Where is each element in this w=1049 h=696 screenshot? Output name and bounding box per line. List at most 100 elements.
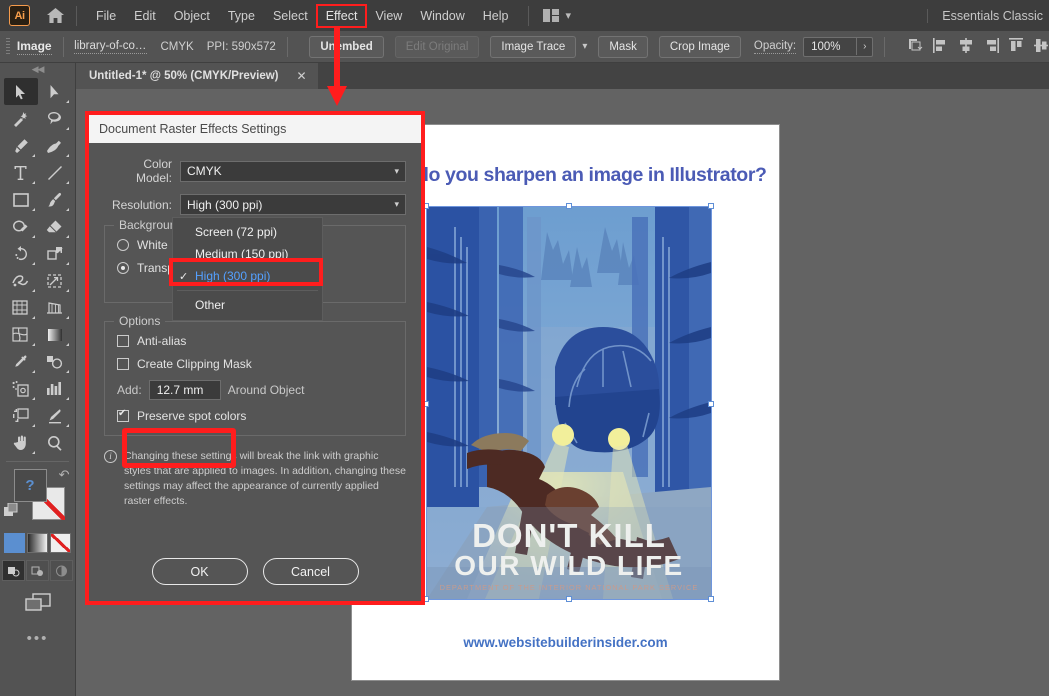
checkbox-icon[interactable]: [117, 410, 129, 422]
menu-file[interactable]: File: [87, 5, 125, 27]
selection-tool[interactable]: [4, 78, 38, 105]
column-graph-tool[interactable]: [38, 375, 72, 402]
options-group: Options Anti-alias Create Clipping Mask …: [104, 321, 406, 436]
radio-icon[interactable]: [117, 239, 129, 251]
tools-panel-grip[interactable]: ◀◀: [0, 63, 75, 76]
draw-normal-button[interactable]: [2, 560, 25, 581]
align-right-icon[interactable]: [983, 38, 999, 56]
workspace-name[interactable]: Essentials Classic: [927, 9, 1043, 23]
eraser-tool[interactable]: [38, 213, 72, 240]
checkbox-icon[interactable]: [117, 358, 129, 370]
align-top-icon[interactable]: [1008, 38, 1024, 56]
opacity-expand-icon[interactable]: ›: [856, 38, 872, 55]
checkbox-icon[interactable]: [117, 335, 129, 347]
zoom-tool[interactable]: [38, 429, 72, 456]
selection-handle[interactable]: [566, 203, 572, 209]
resolution-row: Resolution: High (300 ppi) ▾: [104, 194, 406, 215]
blend-tool[interactable]: [38, 348, 72, 375]
color-model-label: Color Model:: [104, 157, 180, 185]
align-center-vertical-icon[interactable]: [1033, 38, 1049, 56]
color-model-select[interactable]: CMYK ▾: [180, 161, 406, 182]
rectangle-tool[interactable]: [4, 186, 38, 213]
menu-object[interactable]: Object: [165, 5, 219, 27]
fill-swatch-label: ?: [25, 477, 34, 494]
clipping-mask-option[interactable]: Create Clipping Mask: [117, 357, 393, 371]
eyedropper-tool[interactable]: [4, 348, 38, 375]
symbol-sprayer-tool[interactable]: [4, 375, 38, 402]
selection-handle[interactable]: [708, 401, 714, 407]
image-trace-button[interactable]: Image Trace: [490, 36, 576, 58]
ppi-label: PPI: 590x572: [207, 41, 276, 53]
menu-effect[interactable]: Effect: [317, 5, 367, 27]
pen-tool[interactable]: [4, 132, 38, 159]
slice-tool[interactable]: [38, 402, 72, 429]
shaper-tool[interactable]: [4, 213, 38, 240]
radio-icon[interactable]: [117, 262, 129, 274]
type-tool[interactable]: [4, 159, 38, 186]
draw-behind-button[interactable]: [26, 560, 49, 581]
hand-tool[interactable]: [4, 429, 38, 456]
menu-divider-2: [528, 6, 529, 26]
gradient-swatch-button[interactable]: [27, 533, 48, 553]
opacity-value[interactable]: 100%: [804, 38, 856, 56]
dropdown-option-screen[interactable]: Screen (72 ppi): [173, 221, 322, 243]
anti-alias-option[interactable]: Anti-alias: [117, 334, 393, 348]
poster-image[interactable]: DON'T KILL OUR WILD LIFE DEPARTMENT OF T…: [427, 207, 711, 599]
align-to-icon[interactable]: [907, 37, 924, 56]
ok-button[interactable]: OK: [152, 558, 248, 585]
rotate-tool[interactable]: [4, 240, 38, 267]
resolution-value: High (300 ppi): [187, 198, 262, 212]
menu-view[interactable]: View: [366, 5, 411, 27]
color-swatch-button[interactable]: [4, 533, 25, 553]
screen-mode-button[interactable]: [0, 592, 75, 614]
shape-builder-tool[interactable]: [4, 294, 38, 321]
menu-window[interactable]: Window: [411, 5, 473, 27]
tools-divider: [6, 461, 69, 462]
direct-selection-tool[interactable]: [38, 78, 72, 105]
menu-edit[interactable]: Edit: [125, 5, 165, 27]
paintbrush-tool[interactable]: [38, 186, 72, 213]
selection-handle[interactable]: [566, 596, 572, 602]
width-tool[interactable]: [4, 267, 38, 294]
default-fill-stroke-icon[interactable]: [4, 503, 20, 524]
edit-toolbar-button[interactable]: •••: [0, 630, 75, 647]
document-tab[interactable]: Untitled-1* @ 50% (CMYK/Preview) ✕: [76, 63, 318, 89]
control-bar-grip[interactable]: [6, 38, 10, 56]
align-left-icon[interactable]: [933, 38, 949, 56]
workspace-switcher[interactable]: ▾: [543, 9, 572, 22]
menu-type[interactable]: Type: [219, 5, 264, 27]
mask-button[interactable]: Mask: [598, 36, 647, 58]
home-icon[interactable]: [44, 5, 66, 27]
dropdown-option-other[interactable]: Other: [173, 294, 322, 316]
preserve-spot-colors-option[interactable]: Preserve spot colors: [117, 409, 393, 423]
align-center-horizontal-icon[interactable]: [958, 38, 974, 56]
resolution-select[interactable]: High (300 ppi) ▾: [180, 194, 406, 215]
swap-fill-stroke-icon[interactable]: ↶: [59, 467, 70, 483]
line-segment-tool[interactable]: [38, 159, 72, 186]
menu-help[interactable]: Help: [474, 5, 518, 27]
image-trace-chevron-down-icon[interactable]: ▾: [582, 41, 587, 52]
add-value-input[interactable]: 12.7 mm: [149, 380, 221, 400]
perspective-grid-tool[interactable]: [38, 294, 72, 321]
close-icon[interactable]: ✕: [297, 69, 307, 83]
lasso-tool[interactable]: [38, 105, 72, 132]
opacity-field[interactable]: 100% ›: [803, 37, 873, 57]
linked-file-name[interactable]: library-of-congress-5vW...: [74, 40, 147, 54]
scale-tool[interactable]: [38, 240, 72, 267]
crop-image-button[interactable]: Crop Image: [659, 36, 741, 58]
fill-swatch[interactable]: ?: [14, 469, 47, 502]
curvature-tool[interactable]: [38, 132, 72, 159]
selection-handle[interactable]: [708, 596, 714, 602]
mesh-tool[interactable]: [4, 321, 38, 348]
draw-inside-button[interactable]: [50, 560, 73, 581]
free-transform-tool[interactable]: [38, 267, 72, 294]
magic-wand-tool[interactable]: [4, 105, 38, 132]
artboard-tool[interactable]: [4, 402, 38, 429]
gradient-tool[interactable]: [38, 321, 72, 348]
selection-handle[interactable]: [708, 203, 714, 209]
none-swatch-button[interactable]: [50, 533, 71, 553]
cancel-button[interactable]: Cancel: [263, 558, 359, 585]
document-tab-bar: Untitled-1* @ 50% (CMYK/Preview) ✕: [76, 63, 1049, 89]
menu-select[interactable]: Select: [264, 5, 317, 27]
control-divider-1: [63, 37, 64, 57]
